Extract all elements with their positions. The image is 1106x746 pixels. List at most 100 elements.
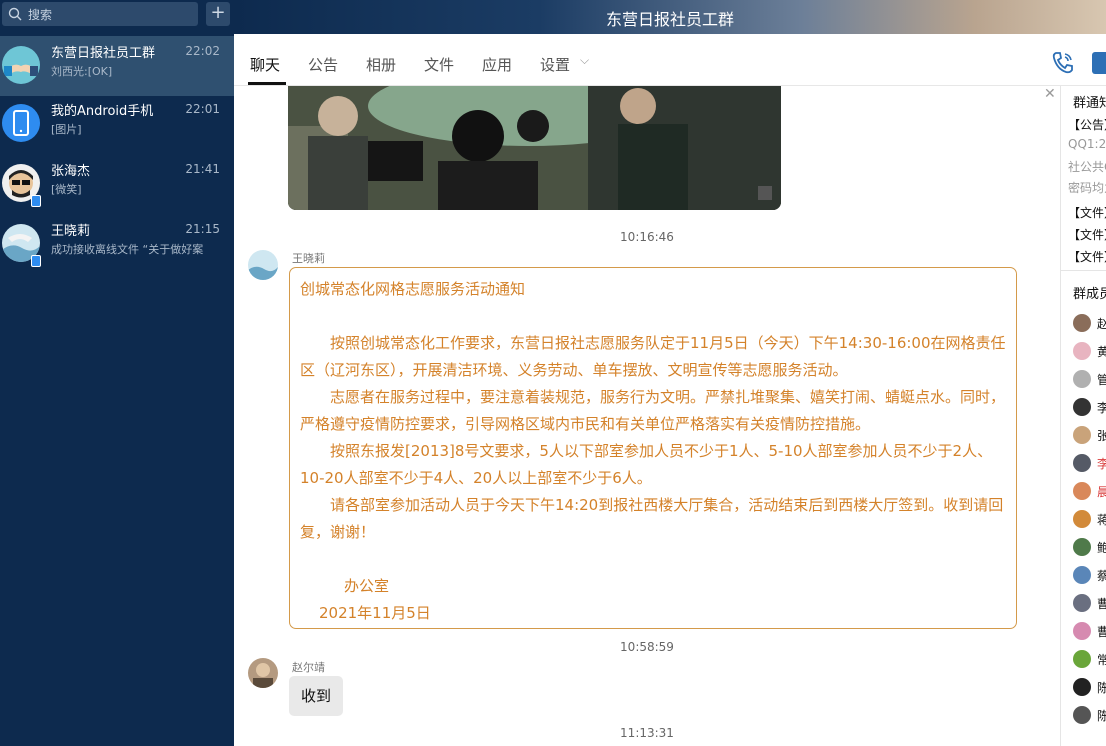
member-item[interactable]: 赵: [1073, 314, 1106, 332]
member-avatar: [1073, 510, 1091, 528]
conversation-preview: 刘西光:[OK]: [51, 65, 113, 78]
conversation-preview: [微笑]: [51, 183, 82, 196]
member-item[interactable]: 曹: [1073, 594, 1106, 612]
tab-album[interactable]: 相册: [366, 54, 396, 75]
app-window: 搜索 + 东营日报社员工群 刘西光:[OK] 22:02 我的Android手机…: [0, 0, 1106, 746]
phone-call-icon[interactable]: [1050, 50, 1076, 76]
tab-bar: 聊天 公告 相册 文件 应用 设置 ⌵: [234, 34, 1106, 86]
sender-avatar[interactable]: [248, 250, 278, 280]
chevron-down-icon[interactable]: ⌵: [580, 53, 589, 68]
notice-line: 密码均为: [1068, 181, 1106, 195]
search-icon: [8, 7, 22, 21]
group-notice-header[interactable]: 群通知: [1073, 92, 1106, 111]
tab-files[interactable]: 文件: [424, 54, 454, 75]
conversation-item-group[interactable]: 东营日报社员工群 刘西光:[OK] 22:02: [0, 36, 234, 96]
member-item[interactable]: 常: [1073, 650, 1106, 668]
notice-paragraph: 请各部室参加活动人员于今天下午14:20到报社西楼大厅集合，活动结束后到西楼大厅…: [300, 496, 1004, 541]
member-avatar: [1073, 482, 1091, 500]
member-avatar: [1073, 538, 1091, 556]
group-info-panel: 群通知 【公告】 QQ1:25 社公共C 密码均为 【文件】 【文件】 【文件】…: [1060, 86, 1106, 746]
window-title: 东营日报社员工群: [605, 10, 734, 29]
member-name: 黄: [1097, 343, 1106, 360]
member-item[interactable]: 陈: [1073, 678, 1106, 696]
member-name: 张: [1097, 427, 1106, 444]
close-icon[interactable]: ✕: [1044, 86, 1056, 102]
member-avatar: [1073, 342, 1091, 360]
conversation-name: 张海杰: [51, 164, 91, 179]
file-item[interactable]: 【文件】: [1068, 204, 1106, 221]
conversation-item-wang[interactable]: 王晓莉 成功接收离线文件 “关于做好案 21:15: [0, 214, 234, 274]
member-name: 曹: [1097, 623, 1106, 640]
search-placeholder: 搜索: [28, 8, 53, 22]
image-message[interactable]: [288, 86, 781, 210]
conversation-time: 21:41: [185, 162, 220, 176]
search-input[interactable]: 搜索: [2, 2, 198, 26]
device-badge-icon: [31, 255, 41, 267]
conversation-name: 王晓莉: [51, 224, 91, 239]
member-name: 常: [1097, 651, 1106, 668]
member-item[interactable]: 鲍: [1073, 538, 1106, 556]
notice-date: 2021年11月5日: [319, 604, 431, 622]
sender-avatar[interactable]: [248, 658, 278, 688]
member-avatar: [1073, 566, 1091, 584]
video-call-icon[interactable]: [1092, 52, 1106, 74]
tab-settings[interactable]: 设置: [540, 54, 570, 75]
file-item[interactable]: 【文件】: [1068, 226, 1106, 243]
member-avatar: [1073, 314, 1091, 332]
title-bar: 东营日报社员工群: [234, 0, 1106, 34]
file-item[interactable]: 【文件】: [1068, 248, 1106, 265]
notice-signature: 办公室: [344, 577, 390, 595]
chat-area: ✕ 10:16:46 王晓莉 创城常态化网格志愿服务活动通知 按照创城常态化工作…: [234, 86, 1060, 746]
member-item[interactable]: 黄: [1073, 342, 1106, 360]
member-name: 蔡: [1097, 567, 1106, 584]
member-avatar: [1073, 678, 1091, 696]
member-item[interactable]: 曹: [1073, 622, 1106, 640]
member-item[interactable]: 蒋: [1073, 510, 1106, 528]
message-timestamp: 11:13:31: [620, 726, 674, 740]
member-item[interactable]: 李: [1073, 398, 1106, 416]
member-avatar: [1073, 650, 1091, 668]
notice-title: 创城常态化网格志愿服务活动通知: [300, 280, 526, 298]
member-avatar: [1073, 370, 1091, 388]
notice-paragraph: 按照创城常态化工作要求，东营日报社志愿服务队定于11月5日（今天）下午14:30…: [300, 334, 1006, 379]
member-item[interactable]: 李: [1073, 454, 1106, 472]
tab-apps[interactable]: 应用: [482, 54, 512, 75]
member-name: 赵: [1097, 315, 1106, 332]
conversation-time: 22:01: [185, 102, 220, 116]
announcement-message: 创城常态化网格志愿服务活动通知 按照创城常态化工作要求，东营日报社志愿服务队定于…: [289, 267, 1017, 629]
conversation-item-android[interactable]: 我的Android手机 [图片] 22:01: [0, 94, 234, 154]
tab-chat[interactable]: 聊天: [250, 54, 280, 75]
member-name: 蒋: [1097, 511, 1106, 528]
member-name: 陈: [1097, 707, 1106, 724]
member-item[interactable]: 晨: [1073, 482, 1106, 500]
member-name: 李: [1097, 455, 1106, 472]
device-badge-icon: [31, 195, 41, 207]
notice-paragraph: 按照东报发[2013]8号文要求，5人以下部室参加人员不少于1人、5-10人部室…: [300, 442, 993, 487]
notice-line: QQ1:25: [1068, 137, 1106, 151]
member-name: 晨: [1097, 483, 1106, 500]
member-item[interactable]: 陈: [1073, 706, 1106, 724]
member-avatar: [1073, 594, 1091, 612]
member-item[interactable]: 管: [1073, 370, 1106, 388]
message-timestamp: 10:58:59: [620, 640, 674, 654]
sender-name: 王晓莉: [292, 252, 325, 265]
sender-name: 赵尔靖: [292, 661, 325, 674]
member-name: 陈: [1097, 679, 1106, 696]
member-name: 鲍: [1097, 539, 1106, 556]
member-item[interactable]: 蔡: [1073, 566, 1106, 584]
member-name: 管: [1097, 371, 1106, 388]
members-header: 群成员: [1073, 287, 1106, 302]
conversation-name: 我的Android手机: [51, 104, 154, 119]
divider: [1061, 270, 1106, 271]
conversation-time: 22:02: [185, 44, 220, 58]
conversation-preview: [图片]: [51, 123, 82, 136]
member-name: 李: [1097, 399, 1106, 416]
member-item[interactable]: 张: [1073, 426, 1106, 444]
conversation-time: 21:15: [185, 222, 220, 236]
member-avatar: [1073, 398, 1091, 416]
active-tab-indicator: [248, 82, 286, 85]
conversation-item-zhang[interactable]: 张海杰 [微笑] 21:41: [0, 154, 234, 214]
add-button[interactable]: +: [206, 2, 230, 26]
tab-announcement[interactable]: 公告: [308, 54, 338, 75]
phone-avatar: [2, 104, 40, 142]
